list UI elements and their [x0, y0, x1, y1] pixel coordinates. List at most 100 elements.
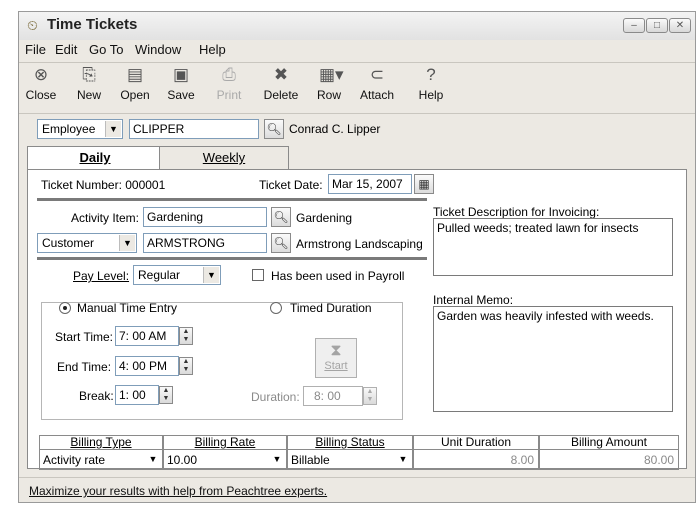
activity-item-field[interactable]: Gardening: [143, 207, 267, 227]
menu-window[interactable]: Window: [135, 42, 181, 57]
printer-icon: ⎙: [222, 65, 236, 84]
duration-label: Duration:: [251, 390, 300, 404]
end-time-spinner[interactable]: ▲ ▼: [179, 357, 193, 375]
magnifier-icon: 🔍︎: [266, 122, 282, 136]
row-grid-icon: ▦▾: [319, 65, 344, 84]
description-label: Ticket Description for Invoicing:: [433, 205, 600, 219]
billing-rate-header: Billing Rate: [163, 435, 287, 450]
minimize-button[interactable]: –: [623, 18, 645, 33]
pay-level-select[interactable]: Regular ▼: [133, 265, 221, 285]
manual-time-entry-radio[interactable]: [59, 302, 71, 314]
divider: [37, 198, 427, 201]
customer-type-select[interactable]: Customer ▼: [37, 233, 137, 253]
magnifier-icon: 🔍︎: [273, 210, 289, 224]
billing-type-header: Billing Type: [39, 435, 163, 450]
memo-textarea[interactable]: Garden was heavily infested with weeds.: [433, 306, 673, 412]
tab-weekly[interactable]: Weekly: [159, 146, 289, 170]
open-button[interactable]: ▤ Open: [115, 65, 155, 109]
chevron-down-icon: ▼: [203, 267, 219, 283]
menu-edit[interactable]: Edit: [55, 42, 77, 57]
hourglass-icon: ⧗: [330, 342, 342, 359]
billing-status-header: Billing Status: [287, 435, 413, 450]
chevron-down-icon: ▼: [148, 454, 158, 464]
time-ticket-app-icon: ⏲: [27, 17, 38, 33]
paperclip-icon: ⊂: [369, 65, 385, 84]
employee-lookup-button[interactable]: 🔍︎: [264, 119, 284, 139]
billing-status-select[interactable]: Billable ▼: [287, 450, 413, 470]
status-bar: Maximize your results with help from Pea…: [19, 477, 695, 503]
activity-item-name: Gardening: [296, 211, 353, 225]
ticket-date-field[interactable]: Mar 15, 2007: [328, 174, 412, 194]
pay-level-label: Pay Level:: [73, 269, 130, 283]
customer-lookup-button[interactable]: 🔍︎: [271, 233, 291, 253]
employee-id-field[interactable]: CLIPPER: [129, 119, 259, 139]
attach-button[interactable]: ⊂ Attach: [357, 65, 397, 109]
break-label: Break:: [79, 389, 114, 403]
chevron-down-icon: ▼: [105, 121, 121, 137]
new-document-icon: ⎘: [82, 65, 96, 84]
help-button[interactable]: ? Help: [411, 65, 451, 109]
description-textarea[interactable]: Pulled weeds; treated lawn for insects: [433, 218, 673, 276]
save-disk-icon: ▣: [172, 65, 190, 84]
ticket-date-label: Ticket Date:: [259, 178, 323, 192]
duration-field[interactable]: 8: 00: [303, 386, 363, 406]
break-spinner[interactable]: ▲ ▼: [159, 386, 173, 404]
customer-id-field[interactable]: ARMSTRONG: [143, 233, 267, 253]
calendar-icon: ▦: [418, 177, 430, 191]
billing-rate-select[interactable]: 10.00 ▼: [163, 450, 287, 470]
billing-amount-header: Billing Amount: [539, 435, 679, 450]
billing-type-select[interactable]: Activity rate ▼: [39, 450, 163, 470]
menu-bar: File Edit Go To Window Help: [19, 40, 695, 60]
duration-spinner[interactable]: ▲ ▼: [363, 387, 377, 405]
save-button[interactable]: ▣ Save: [161, 65, 201, 109]
activity-lookup-button[interactable]: 🔍︎: [271, 207, 291, 227]
delete-x-icon: ✖: [273, 65, 289, 84]
divider: [37, 257, 427, 260]
end-time-label: End Time:: [57, 360, 112, 374]
break-field[interactable]: 1: 00: [115, 385, 159, 405]
used-in-payroll-label: Has been used in Payroll: [271, 269, 405, 283]
start-time-label: Start Time:: [55, 330, 114, 344]
start-time-spinner[interactable]: ▲ ▼: [179, 327, 193, 345]
billing-grid: Billing Type Billing Rate Billing Status…: [39, 435, 679, 473]
unit-duration-cell: 8.00: [413, 450, 539, 470]
peachtree-help-link[interactable]: Maximize your results with help from Pea…: [29, 484, 327, 498]
menu-help[interactable]: Help: [199, 42, 226, 57]
title-bar: ⏲ Time Tickets – □ ✕: [19, 12, 695, 40]
open-folder-icon: ▤: [126, 65, 144, 84]
print-button[interactable]: ⎙ Print: [209, 65, 249, 109]
customer-name: Armstrong Landscaping: [296, 237, 423, 251]
start-timer-button[interactable]: ⧗ Start: [315, 338, 357, 378]
maximize-button[interactable]: □: [646, 18, 668, 33]
chevron-down-icon: ▼: [398, 454, 408, 464]
end-time-field[interactable]: 4: 00 PM: [115, 356, 179, 376]
delete-button[interactable]: ✖ Delete: [261, 65, 301, 109]
employee-name: Conrad C. Lipper: [289, 122, 381, 136]
timed-duration-label: Timed Duration: [290, 301, 372, 315]
manual-time-entry-label: Manual Time Entry: [77, 301, 178, 315]
activity-item-label: Activity Item:: [71, 211, 140, 225]
used-in-payroll-checkbox[interactable]: [252, 269, 264, 281]
ticket-number: Ticket Number: 000001: [41, 178, 166, 192]
unit-duration-header: Unit Duration: [413, 435, 539, 450]
time-tickets-window: ⏲ Time Tickets – □ ✕ File Edit Go To Win…: [18, 11, 696, 503]
new-button[interactable]: ⎘ New: [69, 65, 109, 109]
employee-row: Employee ▼ CLIPPER 🔍︎ Conrad C. Lipper: [19, 114, 695, 144]
employee-type-select[interactable]: Employee ▼: [37, 119, 123, 139]
help-question-icon: ?: [426, 65, 436, 84]
calendar-button[interactable]: ▦: [414, 174, 434, 194]
close-button[interactable]: ⊗ Close: [21, 65, 61, 109]
menu-file[interactable]: File: [25, 42, 46, 57]
tab-daily[interactable]: Daily: [27, 146, 163, 170]
close-window-button[interactable]: ✕: [669, 18, 691, 33]
start-time-field[interactable]: 7: 00 AM: [115, 326, 179, 346]
window-title: Time Tickets: [47, 16, 138, 33]
magnifier-icon: 🔍︎: [273, 236, 289, 250]
chevron-down-icon: ▼: [272, 454, 282, 464]
close-circle-icon: ⊗: [33, 65, 49, 84]
timed-duration-radio[interactable]: [270, 302, 282, 314]
menu-go-to[interactable]: Go To: [89, 42, 123, 57]
toolbar: ⊗ Close ⎘ New ▤ Open ▣ Save ⎙ Print ✖ De…: [19, 62, 695, 114]
memo-label: Internal Memo:: [433, 293, 514, 307]
row-button[interactable]: ▦▾ Row: [309, 65, 349, 109]
